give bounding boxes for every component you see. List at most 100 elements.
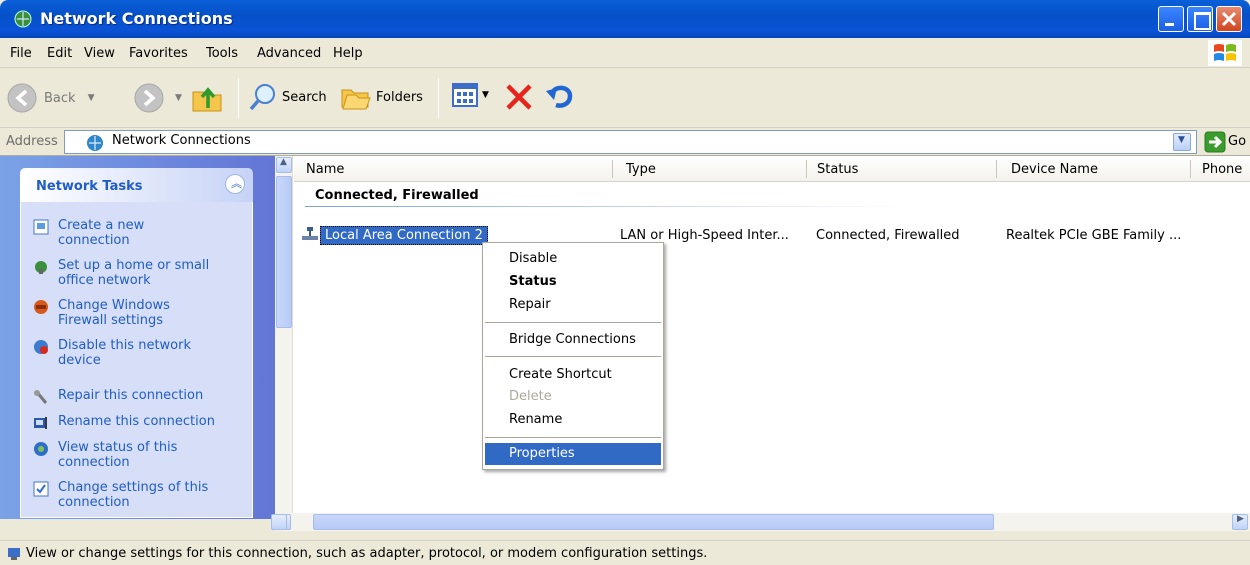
back-button[interactable]: Back ▼ — [6, 82, 94, 114]
maximize-button[interactable] — [1187, 6, 1213, 32]
chevron-up-icon: ︽ — [231, 177, 242, 190]
task-firewall-settings[interactable]: Change Windows Firewall settings — [33, 298, 218, 328]
lan-connection-icon — [302, 227, 318, 240]
forward-arrow-icon — [134, 83, 164, 113]
ctx-delete: Delete — [509, 389, 552, 404]
network-tasks-title: Network Tasks — [36, 179, 143, 194]
menu-help[interactable]: Help — [333, 46, 363, 61]
task-disable-device[interactable]: Disable this network device — [33, 338, 218, 368]
network-tasks-box: Network Tasks ︽ Create a new connection … — [20, 168, 253, 518]
status-bar: View or change settings for this connect… — [0, 540, 1250, 565]
rename-icon — [34, 417, 47, 429]
group-header: Connected, Firewalled — [315, 188, 479, 203]
connection-type: LAN or High-Speed Inter... — [620, 228, 789, 243]
column-header-name[interactable]: Name — [306, 162, 344, 177]
forward-dropdown-icon[interactable]: ▼ — [175, 93, 182, 103]
task-home-network[interactable]: Set up a home or small office network — [33, 258, 228, 288]
home-network-icon — [35, 261, 47, 274]
address-dropdown-button[interactable]: ▼ — [1173, 133, 1191, 151]
network-tasks-header[interactable]: Network Tasks ︽ — [20, 168, 253, 202]
horizontal-scroll-thumb[interactable] — [313, 514, 994, 530]
connection-name[interactable]: Local Area Connection 2 — [320, 226, 488, 245]
task-pane: Network Tasks ︽ Create a new connection … — [0, 156, 275, 519]
ctx-properties[interactable]: Properties — [485, 443, 661, 465]
task-repair-connection[interactable]: Repair this connection — [33, 388, 228, 405]
chevron-down-icon: ▼ — [1178, 135, 1185, 145]
task-create-connection[interactable]: Create a new connection — [33, 218, 218, 248]
ctx-disable[interactable]: Disable — [509, 251, 557, 266]
network-connections-icon — [87, 135, 103, 151]
ctx-bridge-connections[interactable]: Bridge Connections — [509, 332, 636, 347]
firewall-icon — [34, 300, 48, 314]
menu-advanced[interactable]: Advanced — [257, 46, 321, 61]
context-menu: Disable Status Repair Bridge Connections… — [482, 242, 664, 470]
chevron-up-icon: ▲ — [280, 157, 287, 167]
network-tasks-list: Create a new connection Set up a home or… — [20, 202, 253, 518]
vertical-scrollbar[interactable]: ▲ ▼ — [275, 156, 293, 531]
undo-icon — [546, 85, 573, 108]
column-header-device-name[interactable]: Device Name — [1011, 162, 1098, 177]
address-bar: Address ▼ Network Connections Go — [0, 128, 1250, 156]
menu-favorites[interactable]: Favorites — [129, 46, 188, 61]
ctx-properties-label: Properties — [509, 446, 575, 461]
up-folder-button[interactable] — [190, 82, 226, 114]
network-connections-icon — [14, 10, 32, 28]
search-button[interactable]: Search — [248, 82, 327, 112]
connections-list: ▲ ▼ Name Type Status Device Name Phone C… — [271, 156, 1250, 531]
menu-tools[interactable]: Tools — [206, 46, 238, 61]
close-icon — [1221, 11, 1237, 27]
close-button[interactable] — [1216, 6, 1242, 32]
horizontal-scrollbar[interactable]: ◀ ▶ — [271, 513, 1250, 531]
connection-status: Connected, Firewalled — [816, 228, 960, 243]
minimize-button[interactable] — [1158, 6, 1184, 32]
folders-button[interactable]: Folders — [340, 82, 423, 112]
collapse-button[interactable]: ︽ — [225, 174, 245, 194]
task-change-settings[interactable]: Change settings of this connection — [33, 480, 228, 510]
go-label[interactable]: Go — [1228, 134, 1246, 149]
scroll-right-button[interactable]: ▶ — [1232, 514, 1248, 530]
column-header-type[interactable]: Type — [626, 162, 656, 177]
back-dropdown-icon[interactable]: ▼ — [88, 93, 95, 103]
windows-flag-icon — [1208, 40, 1242, 66]
toolbar: Back ▼ ▼ Search Folders ▼ — [0, 68, 1250, 128]
menu-bar: File Edit View Favorites Tools Advanced … — [0, 38, 1250, 68]
connection-device-name: Realtek PCIe GBE Family ... — [1006, 228, 1182, 243]
search-icon — [249, 84, 275, 111]
delete-x-icon — [506, 84, 532, 110]
window-title: Network Connections — [40, 9, 233, 28]
ctx-rename[interactable]: Rename — [509, 412, 562, 427]
folders-icon — [341, 89, 371, 110]
column-header-row: Name Type Status Device Name Phone — [294, 156, 1250, 182]
views-button[interactable]: ▼ — [452, 82, 489, 108]
address-label: Address — [6, 134, 58, 149]
forward-button[interactable]: ▼ — [133, 82, 182, 114]
scroll-up-button[interactable]: ▲ — [276, 157, 292, 173]
ctx-status[interactable]: Status — [509, 274, 557, 289]
status-icon — [34, 442, 48, 456]
ctx-repair[interactable]: Repair — [509, 297, 551, 312]
folders-label: Folders — [376, 89, 423, 105]
undo-button[interactable] — [544, 82, 576, 112]
menu-edit[interactable]: Edit — [47, 46, 72, 61]
menu-view[interactable]: View — [84, 46, 115, 61]
views-dropdown-icon[interactable]: ▼ — [482, 90, 489, 100]
column-header-phone[interactable]: Phone — [1202, 162, 1242, 177]
go-arrow-icon[interactable] — [1204, 131, 1226, 153]
connection-row[interactable]: Local Area Connection 2 LAN or High-Spee… — [300, 226, 1250, 246]
settings-icon — [33, 481, 49, 497]
vertical-scroll-thumb[interactable] — [276, 176, 292, 328]
task-rename-connection[interactable]: Rename this connection — [33, 414, 228, 431]
delete-button[interactable] — [504, 82, 534, 112]
task-view-status[interactable]: View status of this connection — [33, 440, 218, 470]
ctx-separator — [485, 437, 661, 438]
ctx-separator — [485, 322, 661, 323]
status-text: View or change settings for this connect… — [26, 546, 708, 561]
search-label: Search — [282, 89, 327, 105]
address-value: Network Connections — [112, 133, 251, 148]
title-bar[interactable]: Network Connections — [0, 0, 1250, 38]
back-arrow-icon — [7, 83, 37, 113]
ctx-create-shortcut[interactable]: Create Shortcut — [509, 367, 612, 382]
group-divider — [305, 206, 905, 207]
menu-file[interactable]: File — [10, 46, 32, 61]
column-header-status[interactable]: Status — [817, 162, 858, 177]
